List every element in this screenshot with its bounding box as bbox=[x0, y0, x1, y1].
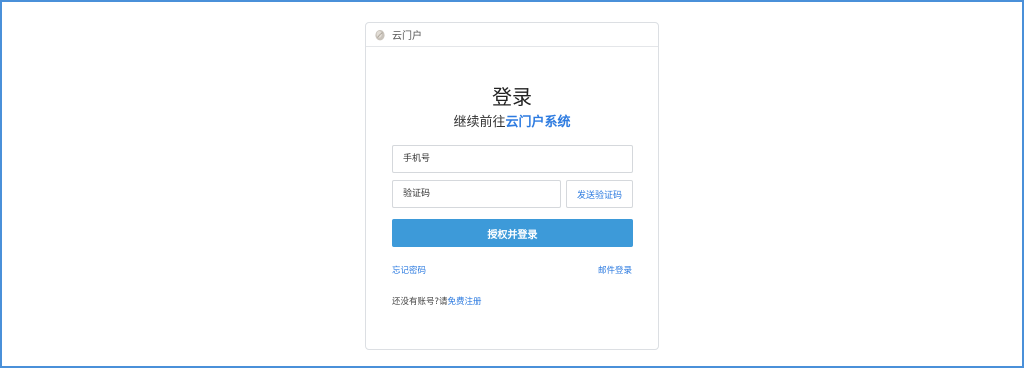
register-prompt: 还没有账号?请免费注册 bbox=[392, 295, 482, 307]
subtitle-prefix: 继续前往 bbox=[453, 115, 506, 130]
login-card: 云门户 登录 继续前往云门户系统 发送验证码 授权并登录 忘记密码 邮件登录 还… bbox=[365, 22, 659, 350]
phone-input[interactable] bbox=[392, 145, 633, 173]
page-title: 登录 bbox=[492, 85, 532, 109]
email-login-link[interactable]: 邮件登录 bbox=[598, 264, 632, 276]
subtitle: 继续前往云门户系统 bbox=[366, 111, 658, 130]
forgot-password-link[interactable]: 忘记密码 bbox=[392, 264, 426, 276]
logo-icon bbox=[375, 29, 385, 40]
verification-code-input[interactable] bbox=[392, 180, 561, 208]
send-code-button[interactable]: 发送验证码 bbox=[566, 180, 633, 208]
card-header: 云门户 bbox=[366, 23, 658, 47]
register-prompt-text: 还没有账号?请 bbox=[392, 297, 448, 307]
brand-name: 云门户 bbox=[392, 31, 422, 42]
authorize-login-button[interactable]: 授权并登录 bbox=[392, 219, 633, 247]
subtitle-system-name: 云门户系统 bbox=[505, 115, 571, 130]
register-link[interactable]: 免费注册 bbox=[448, 297, 482, 307]
